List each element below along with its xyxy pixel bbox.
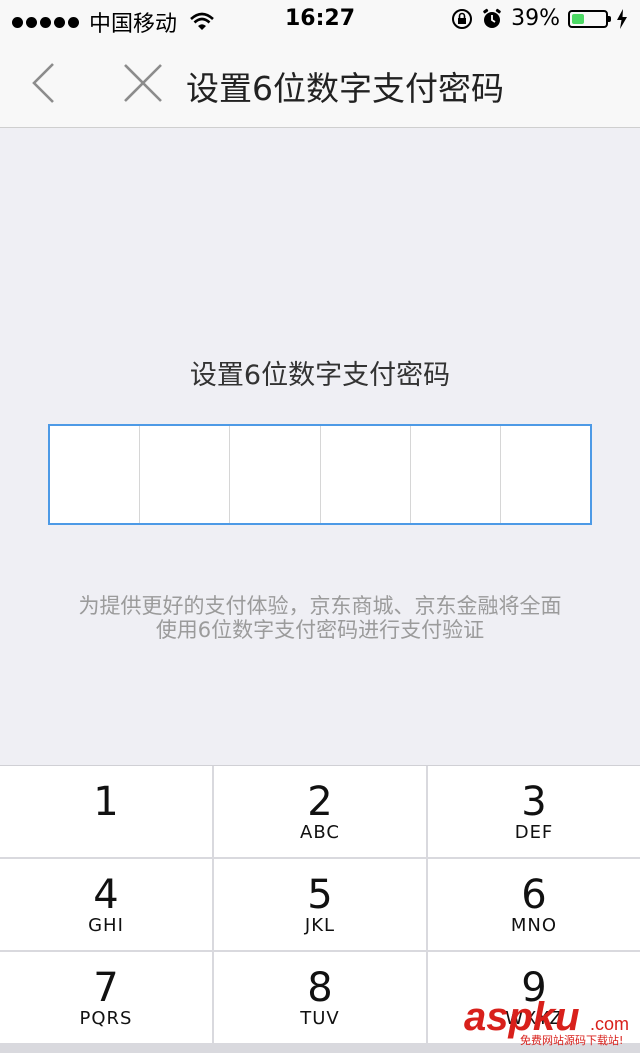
charging-bolt-icon — [617, 8, 627, 29]
nav-title: 设置6位数字支付密码 — [186, 69, 504, 108]
key-6[interactable]: 6 MNO — [428, 859, 640, 950]
key-letters: GHI — [88, 914, 124, 936]
key-3[interactable]: 3 DEF — [428, 766, 640, 857]
aspku-watermark-logo: aspku .com 免费网站源码下载站! — [464, 995, 629, 1047]
notice-text: 为提供更好的支付体验，京东商城、京东金融将全面 使用6位数字支付密码进行支付验证 — [30, 594, 610, 642]
status-bar: 中国移动 16:27 39% — [0, 0, 640, 40]
pin-cell-2[interactable] — [140, 426, 231, 523]
close-icon — [124, 64, 162, 102]
key-digit: 2 — [307, 778, 333, 825]
nav-bar: 设置6位数字支付密码 — [0, 40, 640, 128]
watermark-tagline: 免费网站源码下载站! — [520, 1033, 623, 1047]
watermark-domain: .com — [590, 1014, 629, 1034]
pin-cell-5[interactable] — [411, 426, 501, 523]
status-right: 39% — [451, 6, 628, 31]
key-4[interactable]: 4 GHI — [0, 859, 212, 950]
key-letters: DEF — [514, 821, 554, 843]
pin-cell-3[interactable] — [230, 426, 321, 523]
pin-prompt: 设置6位数字支付密码 — [189, 360, 451, 391]
pin-input[interactable] — [48, 424, 592, 525]
key-digit: 8 — [307, 964, 333, 1011]
key-5[interactable]: 5 JKL — [214, 859, 426, 950]
key-letters: ABC — [300, 821, 340, 843]
watermark-brand: aspku — [464, 995, 580, 1039]
chevron-left-icon — [32, 63, 54, 103]
close-button[interactable] — [115, 58, 171, 108]
key-digit: 1 — [93, 778, 119, 825]
alarm-icon — [483, 8, 501, 28]
key-1[interactable]: 1 — [0, 766, 212, 857]
key-letters: PQRS — [79, 1007, 133, 1029]
battery-fill — [572, 13, 584, 24]
key-2[interactable]: 2 ABC — [214, 766, 426, 857]
key-digit: 7 — [93, 964, 119, 1011]
key-letters: MNO — [510, 914, 558, 936]
battery-icon — [568, 9, 611, 28]
orientation-lock-icon — [452, 8, 473, 29]
pin-cell-6[interactable] — [501, 426, 590, 523]
key-digit: 5 — [307, 871, 333, 918]
key-letters: JKL — [304, 914, 336, 936]
key-8[interactable]: 8 TUV — [214, 952, 426, 1043]
notice-line-1: 为提供更好的支付体验，京东商城、京东金融将全面 — [78, 594, 562, 618]
key-digit: 6 — [521, 871, 547, 918]
key-7[interactable]: 7 PQRS — [0, 952, 212, 1043]
battery-percent: 39% — [511, 6, 560, 31]
back-button[interactable] — [20, 58, 70, 108]
pin-cell-4[interactable] — [321, 426, 411, 523]
key-digit: 4 — [93, 871, 119, 918]
notice-line-2: 使用6位数字支付密码进行支付验证 — [155, 618, 485, 642]
key-letters: TUV — [300, 1007, 340, 1029]
key-digit: 3 — [521, 778, 547, 825]
pin-cell-1[interactable] — [50, 426, 141, 523]
